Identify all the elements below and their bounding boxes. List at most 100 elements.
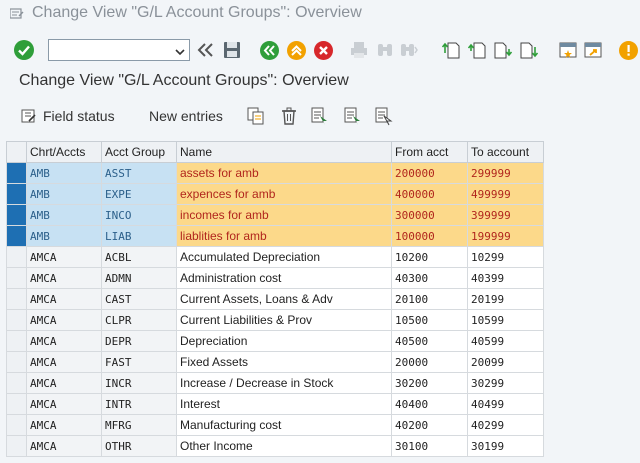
cell-name[interactable]: Accumulated Depreciation	[176, 246, 392, 268]
cell-from-acct[interactable]: 30100	[391, 435, 468, 457]
cell-chrt-accts[interactable]: AMCA	[26, 372, 102, 394]
cell-name[interactable]: Interest	[176, 393, 392, 415]
cell-from-acct[interactable]: 40500	[391, 330, 468, 352]
table-row[interactable]: AMB ASST assets for amb 200000 299999	[6, 162, 544, 184]
help-button[interactable]	[617, 39, 639, 61]
enter-button[interactable]	[13, 39, 35, 61]
cell-to-account[interactable]: 40399	[467, 267, 544, 289]
row-selector[interactable]	[6, 204, 27, 226]
select-all-button[interactable]	[310, 106, 330, 126]
cell-from-acct[interactable]: 20100	[391, 288, 468, 310]
cell-acct-group[interactable]: CAST	[101, 288, 177, 310]
cell-chrt-accts[interactable]: AMCA	[26, 330, 102, 352]
cell-acct-group[interactable]: ACBL	[101, 246, 177, 268]
cell-chrt-accts[interactable]: AMCA	[26, 309, 102, 331]
cell-chrt-accts[interactable]: AMCA	[26, 414, 102, 436]
cell-name[interactable]: Fixed Assets	[176, 351, 392, 373]
cell-acct-group[interactable]: LIAB	[101, 225, 177, 247]
row-selector[interactable]	[6, 183, 27, 205]
column-header-to-account[interactable]: To account	[467, 141, 544, 163]
column-header-chrt-accts[interactable]: Chrt/Accts	[26, 141, 102, 163]
cell-chrt-accts[interactable]: AMB	[26, 183, 102, 205]
cell-to-account[interactable]: 30199	[467, 435, 544, 457]
cell-from-acct[interactable]: 40200	[391, 414, 468, 436]
cell-to-account[interactable]: 20099	[467, 351, 544, 373]
cell-acct-group[interactable]: INCR	[101, 372, 177, 394]
cell-acct-group[interactable]: FAST	[101, 351, 177, 373]
cell-chrt-accts[interactable]: AMB	[26, 225, 102, 247]
row-selector[interactable]	[6, 162, 27, 184]
cell-name[interactable]: assets for amb	[176, 162, 392, 184]
cell-name[interactable]: expences for amb	[176, 183, 392, 205]
cell-chrt-accts[interactable]: AMCA	[26, 267, 102, 289]
cell-from-acct[interactable]: 20000	[391, 351, 468, 373]
cell-to-account[interactable]: 40299	[467, 414, 544, 436]
cell-from-acct[interactable]: 300000	[391, 204, 468, 226]
chevron-down-icon[interactable]	[175, 44, 185, 56]
cell-to-account[interactable]: 299999	[467, 162, 544, 184]
row-selector[interactable]	[6, 309, 27, 331]
cell-chrt-accts[interactable]: AMB	[26, 204, 102, 226]
cell-chrt-accts[interactable]: AMB	[26, 162, 102, 184]
cell-name[interactable]: Manufacturing cost	[176, 414, 392, 436]
find-button[interactable]	[374, 39, 396, 61]
row-selector[interactable]	[6, 330, 27, 352]
cell-to-account[interactable]: 199999	[467, 225, 544, 247]
copy-as-button[interactable]	[246, 106, 266, 126]
table-row[interactable]: AMCA CAST Current Assets, Loans & Adv 20100…	[6, 288, 544, 310]
cell-to-account[interactable]: 10299	[467, 246, 544, 268]
cell-chrt-accts[interactable]: AMCA	[26, 351, 102, 373]
first-page-button[interactable]	[440, 39, 462, 61]
cell-from-acct[interactable]: 200000	[391, 162, 468, 184]
table-row[interactable]: AMCA ACBL Accumulated Depreciation 10200 102…	[6, 246, 544, 268]
cell-name[interactable]: Increase / Decrease in Stock	[176, 372, 392, 394]
row-selector[interactable]	[6, 351, 27, 373]
table-row[interactable]: AMCA INTR Interest 40400 40499	[6, 393, 544, 415]
find-next-button[interactable]	[398, 39, 420, 61]
collapse-command-button[interactable]	[194, 39, 216, 61]
cell-from-acct[interactable]: 400000	[391, 183, 468, 205]
table-row[interactable]: AMB INCO incomes for amb 300000 399999	[6, 204, 544, 226]
print-button[interactable]	[348, 39, 370, 61]
row-selector[interactable]	[6, 372, 27, 394]
table-row[interactable]: AMB EXPE expences for amb 400000 499999	[6, 183, 544, 205]
cell-name[interactable]: Other Income	[176, 435, 392, 457]
cell-acct-group[interactable]: DEPR	[101, 330, 177, 352]
cell-to-account[interactable]: 499999	[467, 183, 544, 205]
cell-name[interactable]: incomes for amb	[176, 204, 392, 226]
cell-from-acct[interactable]: 10500	[391, 309, 468, 331]
back-button[interactable]	[258, 39, 280, 61]
window-menu-icon[interactable]	[9, 7, 24, 19]
cell-name[interactable]: Current Liabilities & Prov	[176, 309, 392, 331]
table-row[interactable]: AMB LIAB liablities for amb 100000 199999	[6, 225, 544, 247]
select-all-header[interactable]	[6, 141, 27, 163]
row-selector[interactable]	[6, 225, 27, 247]
row-selector[interactable]	[6, 267, 27, 289]
cell-to-account[interactable]: 20199	[467, 288, 544, 310]
cell-name[interactable]: Depreciation	[176, 330, 392, 352]
field-status-button[interactable]: Field status	[21, 106, 115, 126]
last-page-button[interactable]	[518, 39, 540, 61]
column-header-acct-group[interactable]: Acct Group	[101, 141, 177, 163]
command-field[interactable]	[48, 39, 190, 61]
row-selector[interactable]	[6, 288, 27, 310]
table-row[interactable]: AMCA CLPR Current Liabilities & Prov 10500 1…	[6, 309, 544, 331]
cell-chrt-accts[interactable]: AMCA	[26, 246, 102, 268]
cell-to-account[interactable]: 10599	[467, 309, 544, 331]
cell-name[interactable]: Current Assets, Loans & Adv	[176, 288, 392, 310]
cell-acct-group[interactable]: ASST	[101, 162, 177, 184]
cell-acct-group[interactable]: INTR	[101, 393, 177, 415]
cell-to-account[interactable]: 30299	[467, 372, 544, 394]
cell-to-account[interactable]: 399999	[467, 204, 544, 226]
command-input[interactable]	[49, 40, 169, 60]
cell-from-acct[interactable]: 100000	[391, 225, 468, 247]
cell-from-acct[interactable]: 10200	[391, 246, 468, 268]
delete-button[interactable]	[279, 106, 299, 126]
cell-acct-group[interactable]: CLPR	[101, 309, 177, 331]
cell-chrt-accts[interactable]: AMCA	[26, 435, 102, 457]
cancel-button[interactable]	[312, 39, 334, 61]
cell-acct-group[interactable]: MFRG	[101, 414, 177, 436]
cell-acct-group[interactable]: OTHR	[101, 435, 177, 457]
row-selector[interactable]	[6, 414, 27, 436]
column-header-name[interactable]: Name	[176, 141, 392, 163]
